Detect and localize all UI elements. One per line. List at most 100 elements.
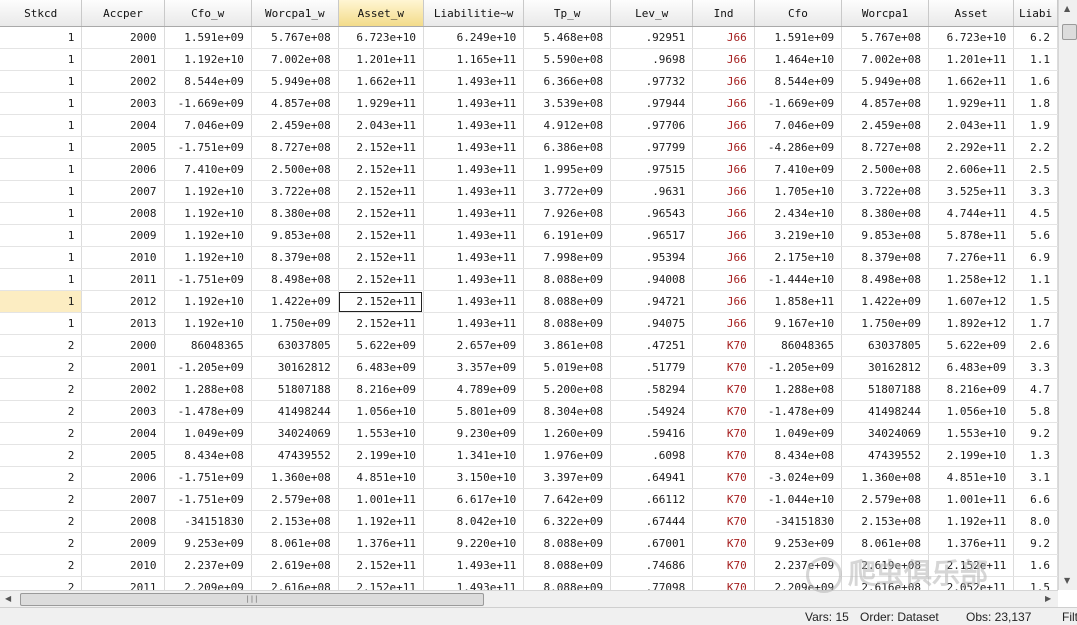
table-cell[interactable]: -1.751e+09 <box>164 136 252 159</box>
table-cell[interactable]: 2009 <box>81 532 165 555</box>
table-cell[interactable]: 5.6 <box>1013 224 1058 247</box>
table-row[interactable]: 2 2003 -1.478e+09 41498244 1.056e+10 5.801e+0… <box>0 400 1058 423</box>
table-cell[interactable]: J66 <box>692 26 755 49</box>
column-header-worcpa1[interactable]: Worcpa1 <box>841 0 929 27</box>
table-cell[interactable]: 2002 <box>81 70 165 93</box>
table-cell[interactable]: -34151830 <box>754 510 843 533</box>
table-cell[interactable]: 1 <box>0 136 83 159</box>
table-cell[interactable]: 8.088e+09 <box>523 554 612 577</box>
table-cell[interactable]: 1 <box>0 246 83 269</box>
table-cell[interactable]: 2.199e+10 <box>928 444 1015 467</box>
scroll-right-arrow-icon[interactable]: ▶ <box>1045 594 1051 603</box>
table-cell[interactable]: 8.380e+08 <box>251 202 339 225</box>
table-cell[interactable]: 5.801e+09 <box>423 400 525 423</box>
column-header-accper[interactable]: Accper <box>81 0 165 27</box>
column-header-liabilitie-w[interactable]: Liabilitie~w <box>423 0 525 27</box>
table-cell[interactable]: 8.216e+09 <box>928 378 1015 401</box>
table-cell[interactable]: 6.9 <box>1013 246 1058 269</box>
table-cell[interactable]: 1 <box>0 26 83 49</box>
table-cell[interactable]: .66112 <box>610 488 694 511</box>
table-cell[interactable]: J66 <box>692 268 755 291</box>
table-row[interactable]: 2 2004 1.049e+09 34024069 1.553e+10 9.230e+09… <box>0 422 1058 445</box>
table-cell[interactable]: 1.192e+11 <box>338 510 424 533</box>
table-cell[interactable]: 2.153e+08 <box>251 510 339 533</box>
table-cell[interactable]: 9.253e+09 <box>164 532 252 555</box>
table-cell[interactable]: 1.493e+11 <box>423 70 525 93</box>
column-header-tp-w[interactable]: Tp_w <box>523 0 612 27</box>
table-row[interactable]: 1 2006 7.410e+09 2.500e+08 2.152e+11 1.493e+1… <box>0 158 1058 181</box>
table-cell[interactable]: 1.001e+11 <box>338 488 424 511</box>
column-header-asset[interactable]: Asset <box>928 0 1015 27</box>
table-cell[interactable]: 6.723e+10 <box>338 26 424 49</box>
table-cell[interactable]: 8.544e+09 <box>164 70 252 93</box>
table-cell[interactable]: 2008 <box>81 202 165 225</box>
table-cell[interactable]: 2.657e+09 <box>423 334 525 357</box>
table-cell[interactable]: 7.998e+09 <box>523 246 612 269</box>
table-cell[interactable]: .47251 <box>610 334 694 357</box>
table-cell[interactable]: 1.376e+11 <box>338 532 424 555</box>
table-cell[interactable]: 1.192e+10 <box>164 290 252 313</box>
table-row[interactable]: 1 2003 -1.669e+09 4.857e+08 1.929e+11 1.493e+… <box>0 92 1058 115</box>
table-cell[interactable]: .9631 <box>610 180 694 203</box>
table-cell[interactable]: 2.579e+08 <box>251 488 339 511</box>
table-cell[interactable]: 6.366e+08 <box>523 70 612 93</box>
table-cell[interactable]: 1.750e+09 <box>841 312 929 335</box>
table-cell[interactable]: 4.744e+11 <box>928 202 1015 225</box>
table-cell[interactable]: 9.853e+08 <box>251 224 339 247</box>
table-cell[interactable]: 2 <box>0 488 83 511</box>
table-cell[interactable]: 4.5 <box>1013 202 1058 225</box>
table-cell[interactable]: 8.088e+09 <box>523 290 612 313</box>
table-cell[interactable]: 3.722e+08 <box>251 180 339 203</box>
table-cell[interactable]: 6.6 <box>1013 488 1058 511</box>
table-cell[interactable]: 1.192e+10 <box>164 180 252 203</box>
table-cell[interactable]: 1.422e+09 <box>251 290 339 313</box>
table-cell[interactable]: 2.619e+08 <box>251 554 339 577</box>
table-cell[interactable]: 2001 <box>81 356 165 379</box>
table-cell[interactable]: 2.5 <box>1013 158 1058 181</box>
table-cell[interactable]: J66 <box>692 70 755 93</box>
table-cell[interactable]: .97732 <box>610 70 694 93</box>
table-row[interactable]: 1 2010 1.192e+10 8.379e+08 2.152e+11 1.493e+1… <box>0 246 1058 269</box>
table-cell[interactable]: 5.949e+08 <box>251 70 339 93</box>
table-row[interactable]: 2 2007 -1.751e+09 2.579e+08 1.001e+11 6.617e+… <box>0 488 1058 511</box>
table-cell[interactable]: 1.464e+10 <box>754 48 843 71</box>
table-cell[interactable]: 1.192e+10 <box>164 48 252 71</box>
table-row[interactable]: 2 2001 -1.205e+09 30162812 6.483e+09 3.357e+0… <box>0 356 1058 379</box>
table-row[interactable]: 1 2012 1.192e+10 1.422e+09 2.152e+11 1.493e+1… <box>0 290 1058 313</box>
table-cell[interactable]: 1.493e+11 <box>423 202 525 225</box>
table-cell[interactable]: 2013 <box>81 312 165 335</box>
table-cell[interactable]: 1.493e+11 <box>423 158 525 181</box>
table-cell[interactable]: 1.493e+11 <box>423 180 525 203</box>
table-cell[interactable]: 9.167e+10 <box>754 312 843 335</box>
table-cell[interactable]: .95394 <box>610 246 694 269</box>
table-cell[interactable]: 2007 <box>81 180 165 203</box>
table-cell[interactable]: K70 <box>692 488 755 511</box>
table-cell[interactable]: 1.8 <box>1013 92 1058 115</box>
table-cell[interactable]: 1.360e+08 <box>841 466 929 489</box>
table-cell[interactable]: J66 <box>692 158 755 181</box>
table-cell[interactable]: 2 <box>0 466 83 489</box>
table-cell[interactable]: 1.201e+11 <box>338 48 424 71</box>
table-row[interactable]: 2 2008 -34151830 2.153e+08 1.192e+11 8.042e+1… <box>0 510 1058 533</box>
table-cell[interactable]: -1.044e+10 <box>754 488 843 511</box>
table-cell[interactable]: 1.662e+11 <box>928 70 1015 93</box>
table-cell[interactable]: 51807188 <box>841 378 929 401</box>
column-header-ind[interactable]: Ind <box>692 0 755 27</box>
table-cell[interactable]: 1.201e+11 <box>928 48 1015 71</box>
table-row[interactable]: 1 2013 1.192e+10 1.750e+09 2.152e+11 1.493e+1… <box>0 312 1058 335</box>
table-cell[interactable]: 3.150e+10 <box>423 466 525 489</box>
table-cell[interactable]: 1.001e+11 <box>928 488 1015 511</box>
table-cell[interactable]: .58294 <box>610 378 694 401</box>
table-cell[interactable]: 2.152e+11 <box>338 202 424 225</box>
table-cell[interactable]: 9.220e+10 <box>423 532 525 555</box>
table-cell[interactable]: J66 <box>692 202 755 225</box>
table-cell[interactable]: 7.642e+09 <box>523 488 612 511</box>
table-cell[interactable]: 6.2 <box>1013 26 1058 49</box>
table-cell[interactable]: 2.152e+11 <box>338 290 424 313</box>
table-cell[interactable]: .94008 <box>610 268 694 291</box>
table-cell[interactable]: 8.216e+09 <box>338 378 424 401</box>
table-cell[interactable]: 2.043e+11 <box>928 114 1015 137</box>
table-cell[interactable]: 5.622e+09 <box>338 334 424 357</box>
table-cell[interactable]: 63037805 <box>251 334 339 357</box>
table-cell[interactable]: .67444 <box>610 510 694 533</box>
